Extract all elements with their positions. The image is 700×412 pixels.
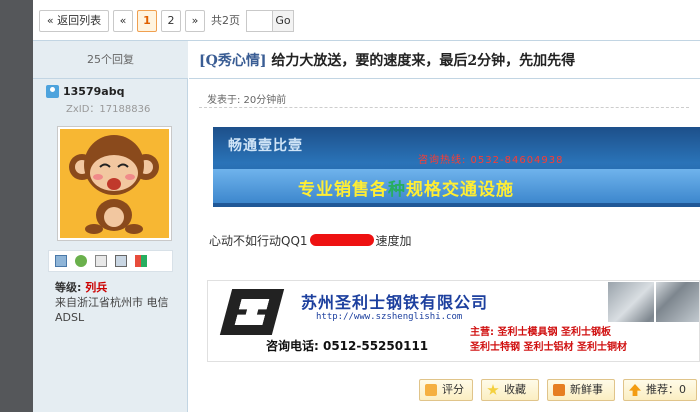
business-line-1: 主营: 圣利士模具钢 圣利士钢板 [470, 327, 611, 338]
user-online-icon [46, 85, 59, 98]
message-before: 心动不如行动QQ1 [209, 234, 308, 248]
company-business: 主营: 圣利士模具钢 圣利士钢板 圣利士特钢 圣利士铝材 圣利士铜材 [470, 325, 698, 355]
mail-icon[interactable] [55, 255, 67, 267]
banner1-hotline: 咨询热线: 0532-84604938 [418, 155, 564, 166]
company-phone: 咨询电话: 0512-55250111 [266, 339, 429, 353]
author-sidebar: 25个回复 13579abq ZxID：17188836 等级: 列兵 来自浙江… [33, 41, 188, 412]
up-arrow-icon [629, 384, 641, 396]
thumbs-up-icon [425, 384, 437, 396]
page-jump-input[interactable] [246, 10, 272, 32]
monkey-avatar-image [60, 129, 169, 238]
rate-button[interactable]: 评分 [419, 379, 473, 401]
traffic-facilities-ad-banner[interactable]: 畅通壹比壹 咨询热线: 0532-84604938 专业销售各种规格交通设施 [213, 127, 700, 207]
thread-page: « 返回列表 « 1 2 » 共2页 Go 25个回复 13579abq ZxI… [33, 0, 700, 412]
total-pages-label: 共2页 [211, 14, 240, 27]
photo-icon[interactable] [115, 255, 127, 267]
group-icon[interactable] [135, 255, 147, 267]
news-icon [553, 384, 565, 396]
post-divider [199, 107, 689, 108]
recommend-button[interactable]: 推荐：0 [623, 379, 697, 401]
post-time: 发表于: 20分钟前 [207, 95, 287, 106]
add-friend-icon[interactable] [75, 255, 87, 267]
go-button[interactable]: Go [272, 10, 294, 32]
page-1-button[interactable]: 1 [137, 10, 157, 32]
steel-plates-image [608, 282, 699, 322]
redaction-mark [309, 234, 374, 246]
banner1-title: 畅通壹比壹 [228, 138, 303, 154]
author-username[interactable]: 13579abq [63, 85, 124, 98]
banner1-slogan-part3: 规格交通设施 [406, 180, 514, 200]
message-after: 速度加 [375, 234, 412, 248]
steel-company-ad-banner[interactable]: 苏州圣利士钢铁有限公司 http://www.szshenglishi.com … [207, 280, 700, 362]
company-name: 苏州圣利士钢铁有限公司 [301, 293, 489, 312]
back-to-list-button[interactable]: « 返回列表 [39, 10, 109, 32]
post-table: 25个回复 13579abq ZxID：17188836 等级: 列兵 来自浙江… [33, 40, 700, 412]
banner1-slogan: 专业销售各种规格交通设施 [298, 175, 514, 200]
left-dark-strip [0, 0, 33, 412]
post-message: 心动不如行动QQ1 速度加 [209, 232, 412, 249]
author-zxid: ZxID：17188836 [66, 104, 151, 115]
avatar[interactable] [57, 126, 172, 241]
reply-count: 25个回复 [33, 41, 188, 79]
fresh-label: 新鲜事 [570, 383, 603, 396]
company-logo-icon [219, 289, 285, 335]
thread-title-bar: [Q秀心情] 给力大放送，要的速度来，最后2分钟，先加先得 [189, 41, 700, 79]
star-icon [487, 384, 499, 395]
banner1-slogan-part1: 专业销售各 [298, 180, 388, 200]
thread-title-text: 给力大放送，要的速度来，最后2分钟，先加先得 [271, 53, 576, 69]
fresh-news-button[interactable]: 新鲜事 [547, 379, 615, 401]
user-action-icons [48, 250, 173, 272]
banner1-slogan-part2: 种 [388, 180, 406, 200]
prev-page-button[interactable]: « [113, 10, 133, 32]
company-url: http://www.szshenglishi.com [316, 312, 463, 322]
recommend-label: 推荐：0 [646, 383, 686, 396]
favorite-button[interactable]: 收藏 [481, 379, 539, 401]
business-line-2: 圣利士特钢 圣利士铝材 圣利士铜材 [470, 342, 627, 353]
next-page-button[interactable]: » [185, 10, 205, 32]
rank-value: 列兵 [85, 281, 108, 294]
page-2-button[interactable]: 2 [161, 10, 181, 32]
thread-title: [Q秀心情] 给力大放送，要的速度来，最后2分钟，先加先得 [199, 50, 575, 70]
author-rank: 等级: 列兵 [55, 279, 107, 295]
top-pager: « 返回列表 « 1 2 » 共2页 Go [33, 0, 700, 40]
profile-icon[interactable] [95, 255, 107, 267]
favorite-label: 收藏 [504, 383, 526, 396]
author-location: 来自浙江省杭州市 电信ADSL [55, 296, 169, 324]
thread-category[interactable]: [Q秀心情] [199, 53, 266, 69]
rate-label: 评分 [442, 383, 464, 396]
rank-prefix: 等级: [55, 281, 82, 294]
